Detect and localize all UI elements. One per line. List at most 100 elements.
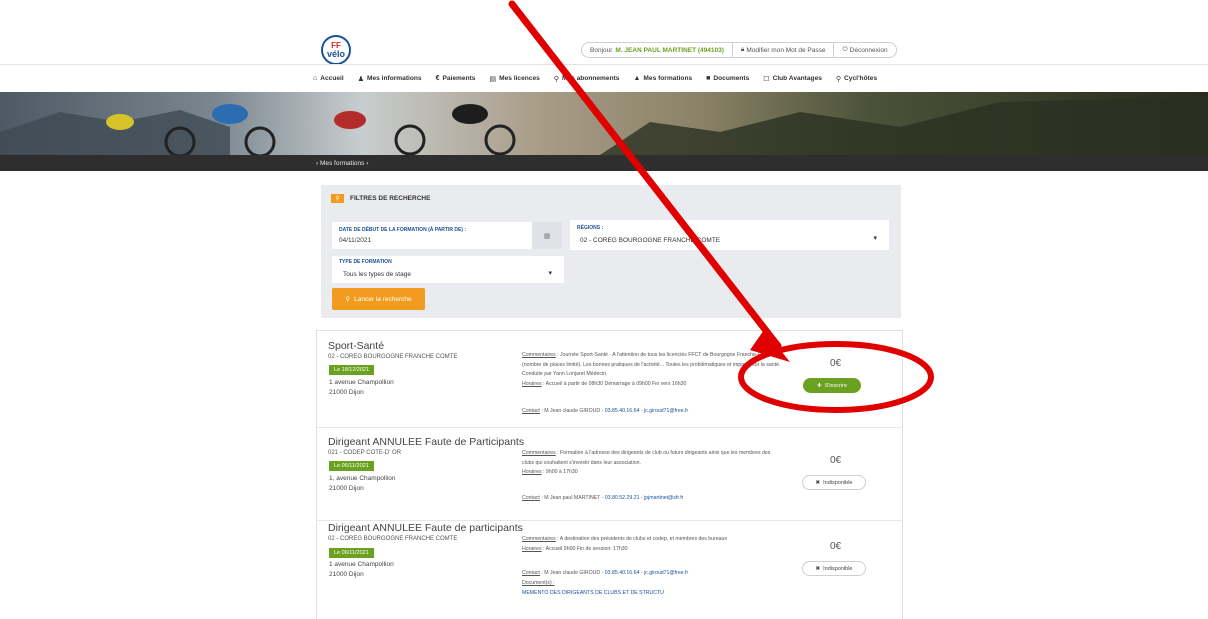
register-button[interactable]: ✚ S'inscrire xyxy=(803,378,861,393)
region-select[interactable]: RÉGIONS : 02 - COREG BOURGOGNE FRANCHE C… xyxy=(570,220,889,250)
training-contact: Contact : M Jean claude GIROUD - 03.85.4… xyxy=(522,408,689,414)
chevron-down-icon: ▾ xyxy=(548,270,552,277)
comments-text: : Formation à l'adresse des dirigeants d… xyxy=(522,450,771,466)
contact-label: Contact xyxy=(522,408,540,414)
training-price: 0€ xyxy=(830,541,842,552)
contact-label: Contact xyxy=(522,570,540,576)
training-details: Commentaires : Formation à l'adresse des… xyxy=(522,449,782,478)
nav-label: Mes formations xyxy=(643,75,693,82)
nav-label: Paiements xyxy=(442,75,476,82)
card-icon: ▤ xyxy=(489,75,497,83)
training-address-line2: 21000 Dijon xyxy=(329,389,364,396)
training-address-line1: 1 avenue Champollion xyxy=(329,379,394,386)
training-details: Commentaires : A destination des préside… xyxy=(522,535,782,554)
plus-icon: ✚ xyxy=(816,382,822,389)
logo-velo-text: vélo xyxy=(326,48,345,59)
chevron-down-icon: ▾ xyxy=(873,235,877,242)
search-icon: ⚲ xyxy=(835,75,842,83)
training-date-badge: Le 06/11/2021 xyxy=(329,548,374,558)
training-region: 02 - COREG BOURGOGNE FRANCHE COMTE xyxy=(328,536,458,542)
training-region: 02 - COREG BOURGOGNE FRANCHE COMTE xyxy=(328,354,458,360)
ffvelo-logo[interactable]: FF vélo xyxy=(321,35,351,65)
logout-link[interactable]: ⏻ Déconnexion xyxy=(833,43,895,57)
contact-name: : M Jean paul MARTINET - xyxy=(539,495,605,501)
contact-name: : M Jean claude GIROUD - xyxy=(539,408,605,414)
search-button[interactable]: ⚲ Lancer la recherche xyxy=(332,288,425,310)
documents-label: Document(s) : xyxy=(522,580,555,586)
register-button-label: S'inscrire xyxy=(824,382,848,389)
training-price: 0€ xyxy=(830,455,842,466)
filters-title-text: FILTRES DE RECHERCHE xyxy=(350,195,431,202)
nav-item-documents[interactable]: ■ Documents xyxy=(706,75,749,82)
power-icon: ⏻ xyxy=(842,46,848,53)
user-name: M. JEAN PAUL MARTINET (494103) xyxy=(615,46,724,54)
training-region: 021 - CODEP COTE-D' OR xyxy=(328,450,402,456)
contact-phone[interactable]: 03.80.52.29.21 xyxy=(605,495,640,501)
training-results-list: Sport-Santé 02 - COREG BOURGOGNE FRANCHE… xyxy=(316,330,903,619)
start-date-label: DATE DE DÉBUT DE LA FORMATION (À PARTIR … xyxy=(339,227,467,233)
nav-label: Club Avantages xyxy=(772,75,822,82)
training-contact: Contact : M Jean paul MARTINET - 03.80.5… xyxy=(522,495,684,501)
unavailable-button[interactable]: ✖ Indisponible xyxy=(802,475,866,490)
nav-label: Mes informations xyxy=(366,75,422,82)
banner-photo xyxy=(0,92,1208,155)
nav-item-mes-formations[interactable]: ▲ Mes formations xyxy=(633,75,692,82)
bike-icon: ⚲ xyxy=(553,75,559,83)
logout-label: Déconnexion xyxy=(849,46,888,54)
contact-email[interactable]: jc.giroud71@free.fr xyxy=(644,570,688,576)
breadcrumb-text[interactable]: › Mes formations › xyxy=(316,160,368,167)
training-contact: Contact : M Jean claude GIROUD - 03.85.4… xyxy=(522,570,689,576)
document-link[interactable]: MEMENTO DES DIRIGEANTS DE CLUBS ET DE ST… xyxy=(522,590,664,596)
training-details: Commentaires : Journée Sport-Santé - A l… xyxy=(522,351,782,389)
unavailable-button-label: Indisponible xyxy=(823,565,853,572)
training-address-line1: 1, avenue Champollion xyxy=(329,475,396,482)
training-card: Sport-Santé 02 - COREG BOURGOGNE FRANCHE… xyxy=(317,331,902,428)
nav-label: Mes licences xyxy=(499,75,540,82)
hours-text: : Accueil à partir de 08h30 Démarrage à … xyxy=(541,380,687,387)
nav-item-mes-abonnements[interactable]: ⚲ Mes abonnements xyxy=(554,75,620,83)
nav-item-mes-licences[interactable]: ▤ Mes licences xyxy=(489,75,539,83)
greeting-label: Bonjour xyxy=(590,46,613,54)
training-date-badge: Le 06/11/2021 xyxy=(329,461,374,471)
euro-icon: € xyxy=(435,75,440,82)
comments-text: : A destination des présidents de clubs … xyxy=(555,536,728,542)
main-nav: ⌂ Accueil ♟ Mes informations € Paiements… xyxy=(0,64,1208,92)
contact-email[interactable]: jpjmartinet@sfr.fr xyxy=(644,495,683,501)
close-icon: ✖ xyxy=(815,479,821,486)
nav-item-club-avantages[interactable]: ☐ Club Avantages xyxy=(763,75,822,83)
training-title: Dirigeant ANNULEE Faute de Participants xyxy=(328,436,525,448)
start-date-field[interactable]: DATE DE DÉBUT DE LA FORMATION (À PARTIR … xyxy=(332,222,532,249)
nav-item-cyclhotes[interactable]: ⚲ Cycl'hôtes xyxy=(836,75,877,83)
hours-label: Horaires xyxy=(522,380,542,387)
page: FF vélo Bonjour M. JEAN PAUL MARTINET (4… xyxy=(0,0,1208,619)
contact-phone[interactable]: 03.85.40.16.64 xyxy=(605,408,640,414)
contact-phone[interactable]: 03.85.40.16.64 xyxy=(605,570,640,576)
nav-label: Accueil xyxy=(320,75,344,82)
nav-label: Cycl'hôtes xyxy=(844,75,878,82)
user-icon: ♟ xyxy=(357,75,364,83)
training-address-line1: 1 avenue Champollion xyxy=(329,561,394,568)
change-password-label: Modifier mon Mot de Passe xyxy=(746,46,826,54)
nav-item-paiements[interactable]: € Paiements xyxy=(436,75,476,82)
comments-label: Commentaires xyxy=(522,450,556,456)
training-title: Sport-Santé xyxy=(328,340,385,352)
nav-item-mes-informations[interactable]: ♟ Mes informations xyxy=(358,75,422,83)
hours-text: : 9h00 à 17h30 xyxy=(541,469,578,476)
nav-label: Documents xyxy=(713,75,750,82)
training-type-select[interactable]: TYPE DE FORMATION Tous les types de stag… xyxy=(332,256,564,283)
nav-label: Mes abonnements xyxy=(561,75,620,82)
filters-title: ⚲ FILTRES DE RECHERCHE xyxy=(331,194,430,203)
comments-label: Commentaires xyxy=(522,536,556,542)
change-password-link[interactable]: 🔒︎ Modifier mon Mot de Passe xyxy=(731,43,834,57)
training-date-badge: Le 18/12/2021 xyxy=(329,365,375,375)
training-type-value: Tous les types de stage xyxy=(343,271,411,278)
region-value: 02 - COREG BOURGOGNE FRANCHE COMTE xyxy=(580,237,721,244)
nav-item-accueil[interactable]: ⌂ Accueil xyxy=(313,75,344,82)
start-date-value[interactable]: 04/11/2021 xyxy=(339,237,371,244)
user-bar: Bonjour M. JEAN PAUL MARTINET (494103) 🔒… xyxy=(581,42,897,58)
lock-icon: 🔒︎ xyxy=(740,46,745,53)
unavailable-button[interactable]: ✖ Indisponible xyxy=(802,561,866,576)
training-address-line2: 21000 Dijon xyxy=(329,485,364,492)
contact-email[interactable]: jc.giroud71@free.fr xyxy=(644,408,688,414)
calendar-icon[interactable]: ▦ xyxy=(532,222,562,249)
